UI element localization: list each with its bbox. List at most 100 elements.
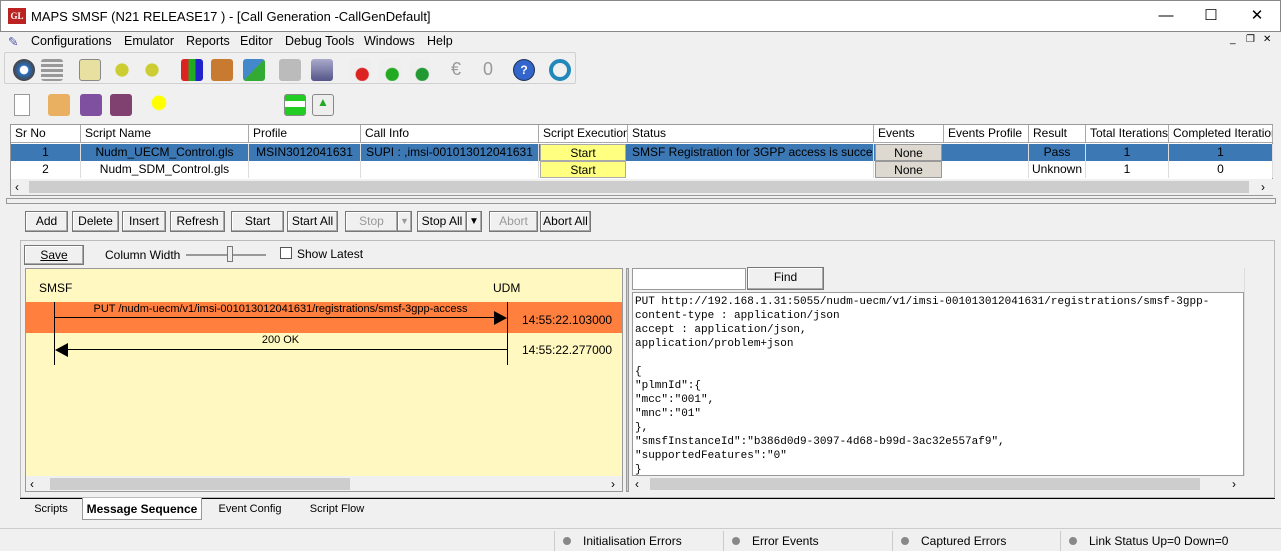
find-input[interactable] [632,268,746,290]
close-button[interactable]: ✕ [1237,5,1277,29]
menu-editor[interactable]: Editor [240,34,273,48]
open-folder-icon[interactable] [48,94,70,116]
start-all-button[interactable]: Start All [287,211,338,232]
splitter[interactable] [6,198,1276,204]
menu-debug-tools[interactable]: Debug Tools [285,34,354,48]
maximize-button[interactable]: ☐ [1191,5,1231,29]
title-bar: GL MAPS SMSF (N21 RELEASE17 ) - [Call Ge… [0,0,1281,32]
tab-event-config[interactable]: Event Config [206,498,294,520]
scripts-table: Sr No Script Name Profile Call Info Script E… [10,124,1273,196]
sequence-hscrollbar[interactable]: ‹ › [26,476,622,491]
cell-sr: 1 [11,144,81,161]
new-file-icon[interactable] [14,94,30,116]
stop-dropdown-icon[interactable]: ▼ [397,211,412,232]
antenna-icon[interactable] [311,59,333,81]
menu-configurations[interactable]: Configurations [31,34,112,48]
refresh-button[interactable]: Refresh [170,211,225,232]
mdi-restore-icon[interactable]: ❐ [1246,34,1255,45]
edit-script-icon[interactable] [79,59,101,81]
abort-all-button[interactable]: Abort All [540,211,591,232]
column-header[interactable]: Sr No [11,125,81,143]
save-sequence-button[interactable]: Save [24,245,84,265]
tab-scripts[interactable]: Scripts [22,498,80,520]
events-button[interactable]: None [875,161,942,178]
column-header[interactable]: Script Name [81,125,249,143]
message-detail-text[interactable]: PUT http://192.168.1.31:5055/nudm-uecm/v… [632,292,1244,476]
start-button[interactable]: Start [231,211,284,232]
lock-computer-icon[interactable] [243,59,265,81]
detail-line: "supportedFeatures":"0" [635,450,787,462]
cell-script: Nudm_UECM_Control.gls [81,144,249,161]
menu-bar: ✎ Configurations Emulator Reports Editor… [0,32,1281,50]
doc-c-icon[interactable] [379,59,401,81]
message-label[interactable]: 200 OK [54,334,507,346]
detail-vscrollbar[interactable] [1244,268,1272,476]
column-header[interactable]: Status [628,125,874,143]
lightbulb-icon[interactable] [148,94,170,116]
save-icon[interactable] [80,94,102,116]
menu-emulator[interactable]: Emulator [124,34,174,48]
doc-d-icon[interactable] [349,59,371,81]
detail-hscrollbar[interactable]: ‹ › [632,476,1272,492]
currency-icon[interactable]: € [445,59,467,81]
column-header[interactable]: Script Execution [539,125,628,143]
message-time: 14:55:22.103000 [522,313,613,327]
menu-windows[interactable]: Windows [364,34,415,48]
zero-percent-icon[interactable]: 0 [477,59,499,81]
tab-message-sequence[interactable]: Message Sequence [82,498,202,520]
vertical-layout-icon[interactable] [284,94,306,116]
status-initialisation-errors[interactable]: Initialisation Errors [554,531,723,551]
show-latest-checkbox[interactable] [280,247,292,259]
mdi-minimize-icon[interactable]: _ [1230,34,1236,45]
message-label[interactable]: PUT /nudm-uecm/v1/imsi-001013012041631/r… [54,303,507,315]
column-header[interactable]: Completed Iterations [1169,125,1273,143]
list-icon[interactable] [41,59,63,81]
books-icon[interactable] [181,59,203,81]
briefcase-icon[interactable] [211,59,233,81]
refresh-icon[interactable] [549,59,571,81]
detail-line: "mcc":"001", [635,394,715,406]
status-captured-errors[interactable]: Captured Errors [892,531,1060,551]
phones-icon[interactable] [141,59,163,81]
table-hscrollbar[interactable]: ‹ › [11,179,1273,195]
detail-line: PUT http://192.168.1.31:5055/nudm-uecm/v… [635,296,1210,308]
column-header[interactable]: Events Profile [944,125,1029,143]
help-icon[interactable]: ? [513,59,535,81]
phone-icon[interactable] [111,59,133,81]
column-header[interactable]: Events [874,125,944,143]
menu-reports[interactable]: Reports [186,34,230,48]
column-header[interactable]: Call Info [361,125,539,143]
delete-button[interactable]: Delete [72,211,119,232]
menu-help[interactable]: Help [427,34,453,48]
column-header[interactable]: Result [1029,125,1086,143]
panel-splitter[interactable] [626,268,629,492]
udm-lifeline [507,302,508,365]
app-menu-icon[interactable]: ✎ [8,34,18,49]
settings-gear-icon[interactable] [13,59,35,81]
slider-thumb[interactable] [227,246,233,262]
minimize-button[interactable]: — [1146,5,1186,29]
cell-events-profile [944,161,1029,178]
doc-p-icon[interactable] [409,59,431,81]
script-start-button[interactable]: Start [540,144,626,161]
tool-icon[interactable] [279,59,301,81]
arrowhead-left-icon [55,343,68,357]
mdi-close-icon[interactable]: ✕ [1263,34,1271,45]
find-button[interactable]: Find [747,267,824,290]
abort-button[interactable]: Abort [489,211,538,232]
insert-button[interactable]: Insert [122,211,166,232]
status-error-events[interactable]: Error Events [723,531,892,551]
script-start-button[interactable]: Start [540,161,626,178]
stop-button[interactable]: Stop [345,211,398,232]
column-header[interactable]: Profile [249,125,361,143]
column-header[interactable]: Total Iterations [1086,125,1169,143]
detail-line: } [635,464,642,476]
add-button[interactable]: Add [25,211,68,232]
tab-script-flow[interactable]: Script Flow [298,498,376,520]
events-button[interactable]: None [875,144,942,161]
save-as-icon[interactable] [110,94,132,116]
stop-all-button[interactable]: Stop All [417,211,467,232]
stop-all-dropdown-icon[interactable]: ▼ [466,211,482,232]
tree-layout-icon[interactable]: ▲ [312,94,334,116]
column-width-slider[interactable] [186,254,266,256]
